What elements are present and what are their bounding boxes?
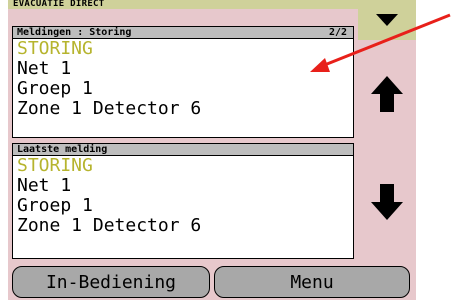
- annotation-arrow: [310, 13, 451, 72]
